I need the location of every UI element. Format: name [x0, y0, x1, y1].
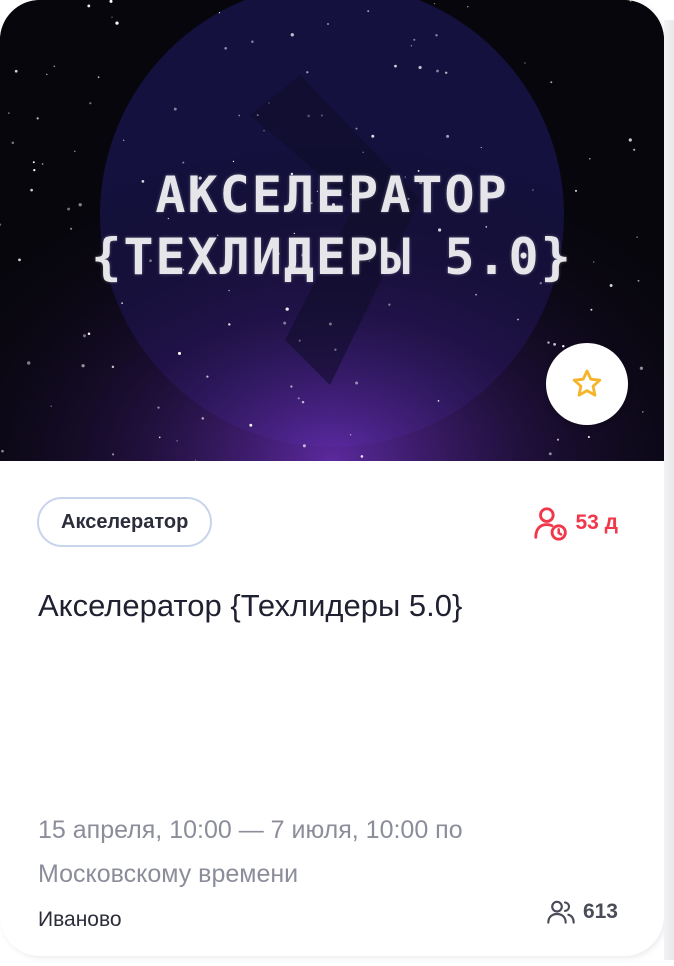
banner-title-line2: {ТЕХЛИДЕРЫ 5.0}	[91, 228, 573, 286]
event-city: Иваново	[38, 908, 122, 931]
participants-number: 613	[582, 900, 618, 923]
user-clock-icon	[534, 507, 568, 541]
star-icon	[572, 369, 602, 397]
users-icon	[547, 900, 575, 924]
favorite-button[interactable]	[546, 343, 628, 425]
participants-count: 613	[545, 896, 618, 928]
event-dates-line2: Московскому времени	[38, 860, 299, 888]
deadline-text: 53 д	[575, 511, 618, 534]
category-tag[interactable]: Акселератор	[37, 497, 213, 547]
event-title[interactable]: Акселератор {Техлидеры 5.0}	[38, 586, 638, 626]
scroll-edge	[664, 20, 674, 960]
category-tag-label: Акселератор	[61, 510, 189, 533]
registration-deadline: 53 д	[531, 504, 618, 542]
event-dates-line1: 15 апреля, 10:00 — 7 июля, 10:00 по	[38, 816, 463, 844]
event-card[interactable]: АКСЕЛЕРАТОР {ТЕХЛИДЕРЫ 5.0} Акселератор …	[0, 0, 664, 956]
banner-title-line1: АКСЕЛЕРАТОР	[155, 166, 509, 224]
event-dates: 15 апреля, 10:00 — 7 июля, 10:00 по Моск…	[38, 808, 618, 896]
